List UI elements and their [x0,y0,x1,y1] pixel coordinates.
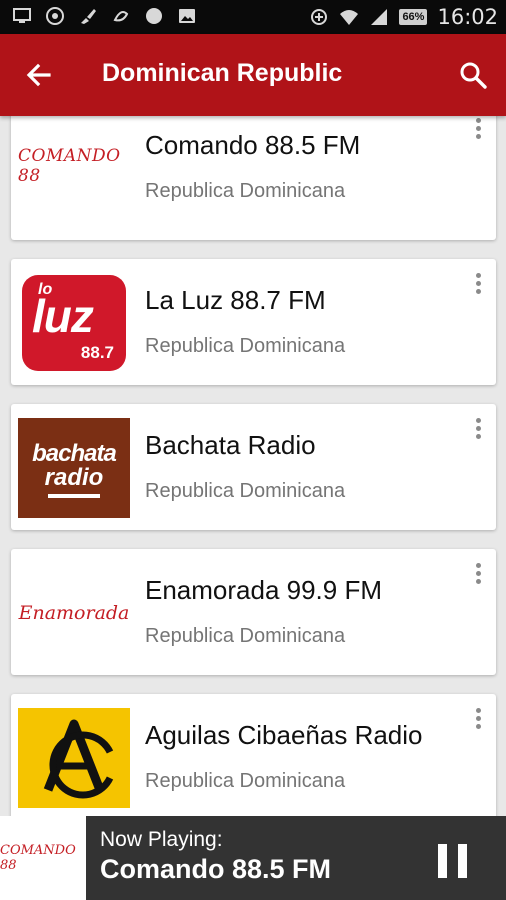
more-options-icon[interactable] [474,563,482,587]
now-playing-title: Comando 88.5 FM [100,854,332,884]
cast-icon [13,8,31,23]
logo-text: 88.7 [80,343,114,362]
station-card[interactable]: Enamorada Enamorada 99.9 FM Republica Do… [11,549,496,675]
station-logo: bachata radio [18,418,130,518]
logo-text: COMANDO 88 [0,843,76,873]
brush-icon [81,9,96,24]
station-name: Aguilas Cibaeñas Radio [145,720,423,750]
logo-text: luz [32,290,94,342]
station-logo [18,708,130,808]
status-bar: 66% 16:02 [0,0,506,34]
station-name: Comando 88.5 FM [145,130,361,160]
more-options-icon[interactable] [474,273,482,297]
image-icon [179,9,195,23]
app-notification-icon [113,11,129,22]
station-card[interactable]: bachata radio Bachata Radio Republica Do… [11,404,496,530]
station-card[interactable]: COMANDO 88 Comando 88.5 FM Republica Dom… [11,116,496,240]
station-location: Republica Dominicana [145,480,346,502]
logo-text: radio [44,464,104,491]
station-card[interactable]: lo luz 88.7 La Luz 88.7 FM Republica Dom… [11,259,496,385]
station-location: Republica Dominicana [145,335,346,357]
aguilas-logo-icon [18,708,130,808]
more-options-icon[interactable] [474,708,482,732]
station-name: Enamorada 99.9 FM [145,575,383,605]
now-playing-logo: COMANDO 88 [0,816,86,900]
clock: 16:02 [437,5,498,29]
more-options-icon[interactable] [474,118,482,142]
back-arrow-icon[interactable] [24,60,54,90]
page-title: Dominican Republic [102,59,343,87]
station-card[interactable]: Aguilas Cibaeñas Radio Republica Dominic… [11,694,496,816]
data-saver-icon [311,9,328,25]
more-options-icon[interactable] [474,418,482,442]
station-name: La Luz 88.7 FM [145,285,326,315]
station-location: Republica Dominicana [145,180,346,202]
circle-notification-icon [146,8,162,24]
station-location: Republica Dominicana [145,770,346,792]
station-logo: COMANDO 88 [18,116,130,216]
now-playing-label: Now Playing: [100,828,223,851]
logo-underline [48,494,100,498]
station-logo: Enamorada [18,563,130,663]
app-bar: Dominican Republic [0,34,506,116]
search-icon[interactable] [458,60,488,90]
station-name: Bachata Radio [145,430,316,460]
station-location: Republica Dominicana [145,625,346,647]
now-playing-bar[interactable]: COMANDO 88 Now Playing: Comando 88.5 FM [0,816,506,900]
pause-icon[interactable] [438,844,468,878]
station-logo: lo luz 88.7 [18,273,130,373]
wifi-icon [340,10,359,25]
chrome-icon [46,7,64,25]
signal-icon [371,9,388,25]
logo-text: Enamorada [18,602,130,624]
station-list[interactable]: COMANDO 88 Comando 88.5 FM Republica Dom… [0,116,506,816]
logo-text: COMANDO 88 [18,146,121,186]
battery-indicator: 66% [399,9,428,25]
